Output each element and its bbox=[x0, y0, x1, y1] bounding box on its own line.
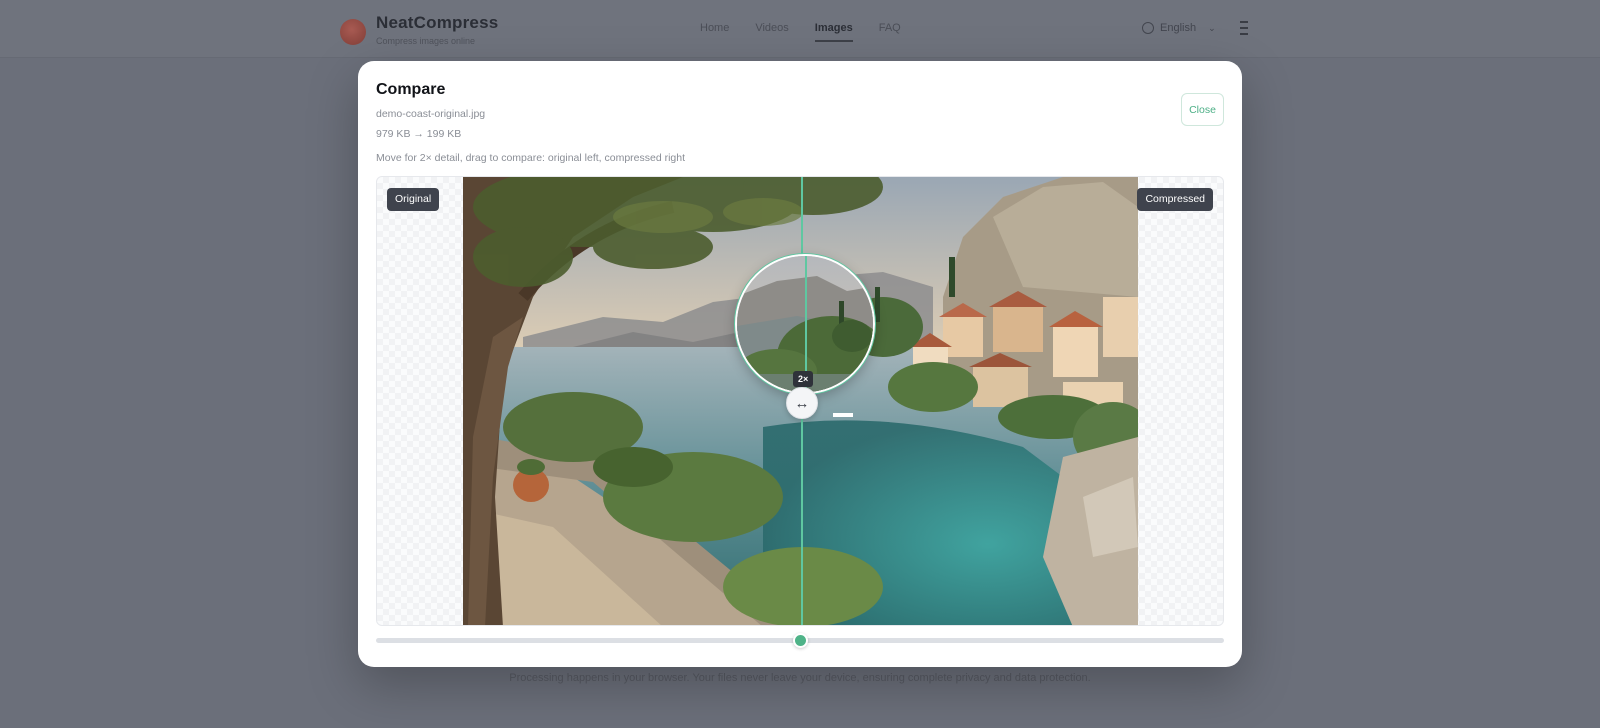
background-footer-text: Processing happens in your browser. Your… bbox=[509, 672, 1091, 684]
main-nav: Home Videos Images FAQ bbox=[700, 22, 901, 42]
nav-item-videos[interactable]: Videos bbox=[755, 22, 788, 42]
language-label: English bbox=[1160, 22, 1197, 34]
nav-item-home[interactable]: Home bbox=[700, 22, 729, 42]
app-header: NeatCompress Compress images online Home… bbox=[0, 0, 1600, 58]
compare-drag-handle[interactable]: ↔ bbox=[786, 387, 818, 419]
compare-stage[interactable]: 2× ↔ Original Compressed bbox=[376, 176, 1224, 626]
language-selector[interactable]: English ⌄ bbox=[1142, 22, 1216, 34]
more-vertical-icon[interactable] bbox=[1240, 21, 1248, 35]
original-label: Original bbox=[387, 188, 440, 211]
nav-item-images[interactable]: Images bbox=[814, 22, 853, 42]
brand-logo-icon bbox=[340, 18, 366, 45]
arrows-left-right-icon: ↔ bbox=[794, 394, 810, 412]
compare-slider-thumb[interactable] bbox=[793, 633, 808, 648]
compare-instructions: Move for 2× detail, drag to compare: ori… bbox=[376, 152, 686, 164]
brand[interactable]: NeatCompress Compress images online bbox=[340, 13, 498, 46]
nav-item-faq[interactable]: FAQ bbox=[879, 22, 901, 42]
brand-tagline: Compress images online bbox=[376, 36, 476, 46]
brand-name: NeatCompress bbox=[376, 13, 499, 32]
globe-icon bbox=[1142, 22, 1154, 34]
file-name: demo-coast-original.jpg bbox=[376, 108, 486, 120]
chevron-down-icon: ⌄ bbox=[1208, 22, 1216, 33]
compare-slider[interactable] bbox=[376, 633, 1224, 648]
file-size-comparison: 979 KB → 199 KB bbox=[376, 128, 462, 140]
compare-modal: Compare demo-coast-original.jpg 979 KB →… bbox=[358, 61, 1242, 667]
compressed-label: Compressed bbox=[1137, 188, 1213, 211]
zoom-level-badge: 2× bbox=[793, 371, 814, 387]
close-button[interactable]: Close bbox=[1181, 93, 1224, 126]
modal-title: Compare bbox=[376, 81, 446, 98]
